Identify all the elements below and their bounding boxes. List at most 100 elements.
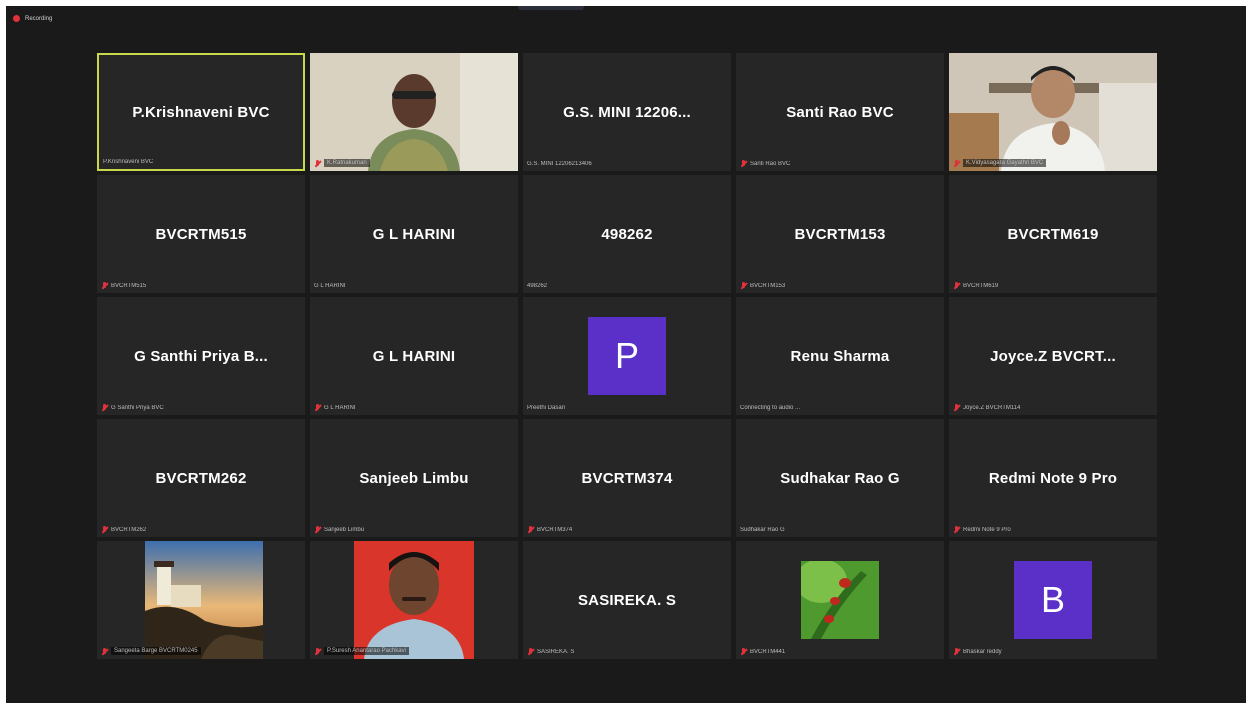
participant-label: K.Vidyasagara Gayathri BVC: [963, 159, 1047, 167]
participant-footer: Sangeeta Barge BVCRTM0245: [101, 647, 201, 655]
participant-name: BVCRTM153: [794, 226, 886, 243]
participant-tile[interactable]: BVCRTM153 BVCRTM153: [736, 175, 944, 293]
participant-label: G L HARINI: [324, 404, 356, 411]
participant-footer: G L HARINI: [314, 404, 355, 411]
participant-name: Redmi Note 9 Pro: [988, 470, 1118, 487]
profile-picture-lighthouse: [145, 541, 263, 659]
participant-tile[interactable]: B Bhaskar reddy: [949, 541, 1157, 659]
participant-footer: BVCRTM515: [101, 282, 146, 289]
participant-name: Sanjeeb Limbu: [359, 470, 469, 487]
participant-tile[interactable]: G L HARINI G L HARINI: [310, 297, 518, 415]
recording-indicator[interactable]: Recording: [13, 15, 52, 22]
participant-tile[interactable]: G Santhi Priya B... G Santhi Priya BVC: [97, 297, 305, 415]
participant-tile-picture[interactable]: BVCRTM441: [736, 541, 944, 659]
participant-name: Santi Rao BVC: [786, 104, 894, 121]
participant-tile[interactable]: BVCRTM619 BVCRTM619: [949, 175, 1157, 293]
participant-avatar: B: [1014, 561, 1092, 639]
participant-tile[interactable]: BVCRTM515 BVCRTM515: [97, 175, 305, 293]
participant-footer: P.Suresh Anantarao Pachkavi: [314, 647, 409, 655]
participant-tile[interactable]: P Preethi Dasari: [523, 297, 731, 415]
participant-tile[interactable]: SASIREKA. S SASIREKA. S: [523, 541, 731, 659]
participant-label: G L HARINI: [314, 283, 346, 289]
participant-footer: K.Vidyasagara Gayathri BVC: [953, 159, 1047, 167]
participant-tile[interactable]: Joyce.Z BVCRT... Joyce.Z BVCRTM114: [949, 297, 1157, 415]
participant-label: G Santhi Priya BVC: [111, 404, 164, 411]
participant-label: SASIREKA. S: [537, 648, 575, 655]
participant-label: Connecting to audio ...: [740, 405, 801, 411]
participant-tile[interactable]: Renu Sharma Connecting to audio ...: [736, 297, 944, 415]
participant-video: [949, 53, 1157, 171]
participant-footer: Bhaskar reddy: [953, 648, 1002, 655]
participant-name: BVCRTM619: [1007, 226, 1099, 243]
participant-tile[interactable]: BVCRTM374 BVCRTM374: [523, 419, 731, 537]
muted-mic-icon: [314, 526, 321, 533]
participant-tile-video[interactable]: K.Ratnakumari: [310, 53, 518, 171]
participant-tile-picture[interactable]: Sangeeta Barge BVCRTM0245: [97, 541, 305, 659]
participant-name: SASIREKA. S: [577, 592, 677, 609]
participant-label: BVCRTM619: [963, 282, 999, 289]
participant-label: BVCRTM262: [111, 526, 147, 533]
participant-tile[interactable]: BVCRTM262 BVCRTM262: [97, 419, 305, 537]
participant-name: Joyce.Z BVCRT...: [990, 348, 1116, 365]
muted-mic-icon: [953, 526, 960, 533]
muted-mic-icon: [740, 648, 747, 655]
participant-tile-picture[interactable]: P.Suresh Anantarao Pachkavi: [310, 541, 518, 659]
top-toolbar-handle[interactable]: [518, 6, 584, 10]
muted-mic-icon: [101, 404, 108, 411]
participant-label: Bhaskar reddy: [963, 648, 1002, 655]
muted-mic-icon: [101, 647, 108, 655]
participant-footer: BVCRTM153: [740, 282, 785, 289]
participant-tile[interactable]: Sudhakar Rao G Sudhakar Rao G: [736, 419, 944, 537]
participant-tile[interactable]: G L HARINI G L HARINI: [310, 175, 518, 293]
participant-name: 498262: [601, 226, 653, 243]
muted-mic-icon: [953, 648, 960, 655]
participant-label: Joyce.Z BVCRTM114: [963, 404, 1021, 411]
participant-footer: G.S. MINI 12206213406: [527, 161, 592, 167]
participant-label: BVCRTM153: [750, 282, 786, 289]
participant-tile[interactable]: G.S. MINI 12206... G.S. MINI 12206213406: [523, 53, 731, 171]
participant-label: Redmi Note 9 Pro: [963, 526, 1011, 533]
participant-tile[interactable]: Redmi Note 9 Pro Redmi Note 9 Pro: [949, 419, 1157, 537]
participant-footer: Preethi Dasari: [527, 405, 565, 411]
participant-tile[interactable]: 498262 498262: [523, 175, 731, 293]
participant-tile[interactable]: Santi Rao BVC Santi Rao BVC: [736, 53, 944, 171]
participant-name: BVCRTM515: [155, 226, 247, 243]
profile-picture-portrait: [354, 541, 474, 659]
participant-label: P.Krishnaveni BVC: [103, 159, 154, 165]
participant-label: Sudhakar Rao G: [740, 527, 785, 533]
participant-label: Preethi Dasari: [527, 405, 566, 411]
participant-video: [310, 53, 518, 171]
muted-mic-icon: [953, 282, 960, 289]
participant-name: BVCRTM262: [155, 470, 247, 487]
participant-footer: Joyce.Z BVCRTM114: [953, 404, 1020, 411]
muted-mic-icon: [740, 282, 747, 289]
participant-name: G L HARINI: [372, 348, 456, 365]
profile-picture-ladybug: [801, 561, 879, 639]
participant-name: BVCRTM374: [581, 470, 673, 487]
participant-footer: Redmi Note 9 Pro: [953, 526, 1011, 533]
muted-mic-icon: [101, 526, 108, 533]
muted-mic-icon: [314, 404, 321, 411]
participant-footer: Connecting to audio ...: [740, 405, 800, 411]
participant-label: Santi Rao BVC: [750, 160, 791, 167]
participant-label: Sangeeta Barge BVCRTM0245: [111, 647, 201, 655]
gallery-grid: P.Krishnaveni BVC P.Krishnaveni BVC K.Ra…: [97, 53, 1160, 662]
participant-name: Sudhakar Rao G: [780, 470, 900, 487]
muted-mic-icon: [314, 647, 321, 655]
participant-footer: Sudhakar Rao G: [740, 527, 785, 533]
participant-name: G.S. MINI 12206...: [563, 104, 691, 121]
muted-mic-icon: [101, 282, 108, 289]
muted-mic-icon: [953, 159, 960, 167]
participant-footer: G Santhi Priya BVC: [101, 404, 164, 411]
participant-name: G L HARINI: [372, 226, 456, 243]
participant-label: BVCRTM441: [750, 648, 786, 655]
participant-footer: Santi Rao BVC: [740, 160, 790, 167]
participant-name: Renu Sharma: [790, 348, 890, 365]
muted-mic-icon: [740, 160, 747, 167]
participant-label: Sanjeeb Limbu: [324, 526, 365, 533]
participant-footer: G L HARINI: [314, 283, 345, 289]
participant-tile-video[interactable]: K.Vidyasagara Gayathri BVC: [949, 53, 1157, 171]
participant-tile[interactable]: P.Krishnaveni BVC P.Krishnaveni BVC: [97, 53, 305, 171]
participant-label: P.Suresh Anantarao Pachkavi: [324, 647, 409, 655]
participant-tile[interactable]: Sanjeeb Limbu Sanjeeb Limbu: [310, 419, 518, 537]
